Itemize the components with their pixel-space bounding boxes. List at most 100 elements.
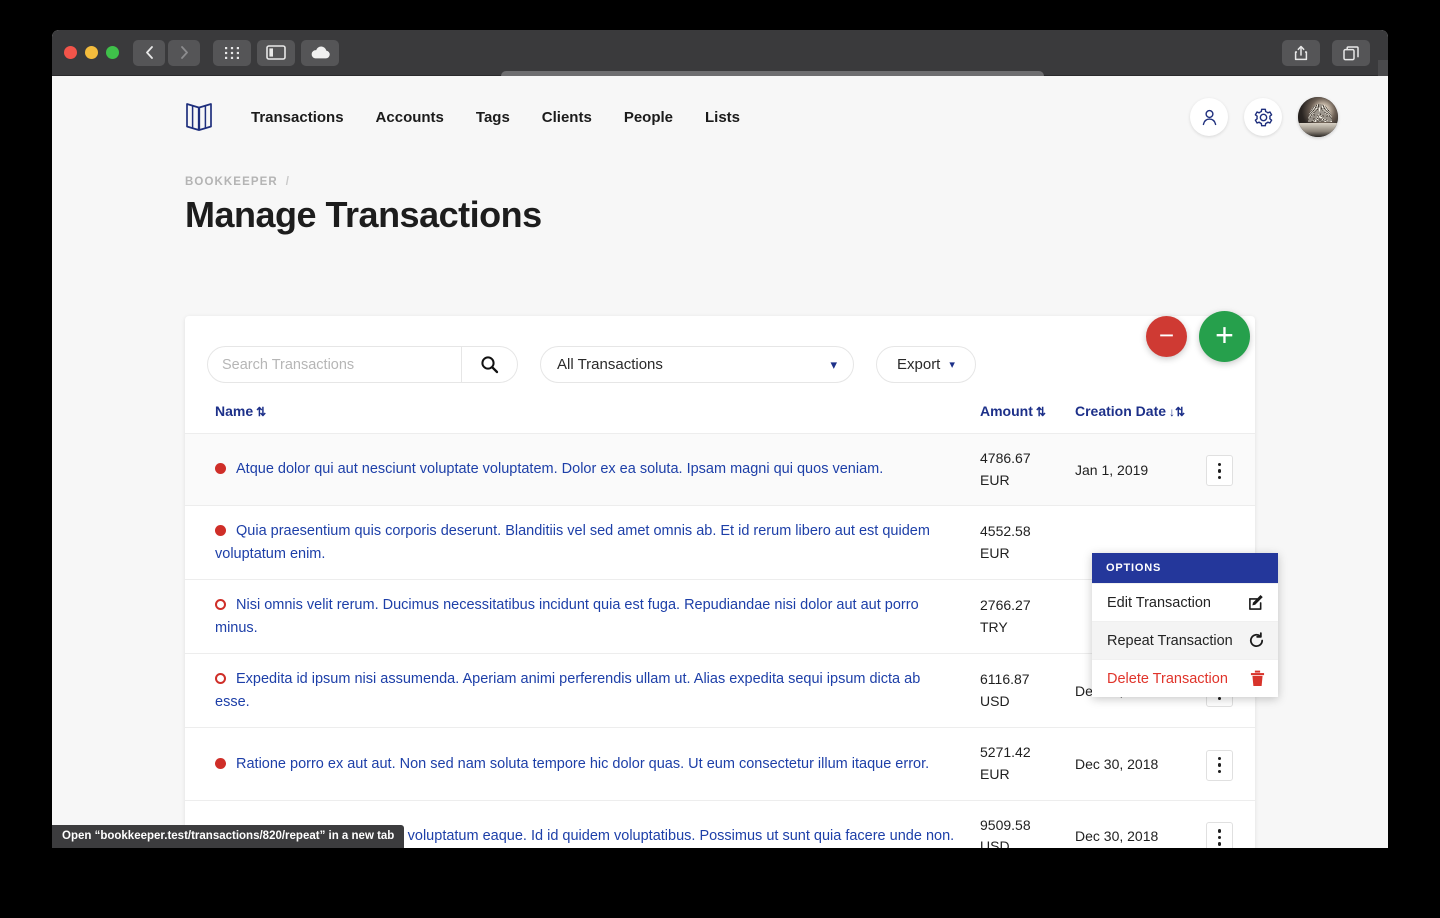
status-dot-paid — [215, 525, 226, 537]
status-dot-paid — [215, 757, 226, 769]
nav-item-people[interactable]: People — [624, 109, 673, 126]
table-row[interactable]: Atque dolor qui aut nesciunt voluptate v… — [185, 433, 1255, 506]
export-button[interactable]: Export ▾ — [876, 346, 976, 383]
transaction-filter-select[interactable]: All Transactions ▾ — [540, 346, 854, 383]
transaction-currency: TRY — [980, 618, 1008, 635]
add-transaction-button[interactable]: + — [1199, 311, 1250, 362]
app-navbar: Transactions Accounts Tags Clients Peopl… — [52, 76, 1388, 158]
close-window-button[interactable] — [64, 46, 77, 59]
menu-item-repeat-transaction[interactable]: Repeat Transaction — [1092, 621, 1278, 659]
transaction-filter-value: All Transactions — [557, 356, 663, 373]
search-icon — [481, 356, 499, 374]
transaction-name[interactable]: Atque dolor qui aut nesciunt voluptate v… — [236, 461, 883, 477]
column-header-amount[interactable]: Amount ⇅ — [980, 403, 1075, 434]
status-dot-unpaid — [215, 673, 226, 685]
transaction-name-cell[interactable]: Quia praesentium quis corporis deserunt.… — [185, 506, 980, 580]
transaction-amount-cell: 4552.58 EUR — [980, 506, 1075, 580]
transaction-actions-cell — [1193, 728, 1255, 800]
browser-status-bar: Open “bookkeeper.test/transactions/820/r… — [52, 825, 405, 848]
back-arrow-icon[interactable] — [133, 39, 165, 66]
remove-transaction-button[interactable]: − — [1146, 316, 1187, 357]
column-header-creation-date[interactable]: Creation Date ↓⇅ — [1075, 403, 1193, 434]
nav-item-clients[interactable]: Clients — [542, 109, 592, 126]
transaction-amount: 2766.27 — [980, 597, 1031, 614]
search-input[interactable] — [208, 356, 461, 373]
transaction-name[interactable]: Quia praesentium quis corporis deserunt.… — [215, 523, 930, 561]
breadcrumb-separator: / — [285, 176, 291, 188]
search-box[interactable] — [207, 346, 462, 383]
share-icon[interactable] — [1282, 40, 1320, 66]
person-icon[interactable] — [1190, 98, 1228, 136]
plus-icon: + — [1215, 316, 1234, 353]
transactions-card: All Transactions ▾ Export ▾ Name⇅ Amount… — [185, 316, 1278, 848]
edit-pencil-icon — [1248, 594, 1265, 611]
minus-icon: − — [1158, 319, 1175, 350]
export-label: Export — [897, 356, 941, 373]
transaction-amount-cell: 4786.67 EUR — [980, 433, 1075, 506]
trash-icon — [1250, 670, 1265, 687]
nav-item-lists[interactable]: Lists — [705, 109, 740, 126]
avatar-image-foreground — [1298, 123, 1338, 137]
nav-item-tags[interactable]: Tags — [476, 109, 510, 126]
open-book-logo[interactable] — [185, 101, 213, 133]
row-options-button[interactable] — [1206, 821, 1233, 848]
gear-icon[interactable] — [1244, 98, 1282, 136]
transaction-name[interactable]: Expedita id ipsum nisi assumenda. Aperia… — [215, 671, 920, 709]
nav-item-accounts[interactable]: Accounts — [376, 109, 444, 126]
navbar-links: Transactions Accounts Tags Clients Peopl… — [251, 109, 740, 126]
transaction-amount: 6116.87 — [980, 671, 1030, 688]
sidebar-icon[interactable] — [257, 39, 295, 66]
transaction-currency: USD — [980, 838, 1010, 848]
minimize-window-button[interactable] — [85, 46, 98, 59]
chevron-down-icon: ▾ — [830, 356, 837, 372]
navbar-actions — [1190, 97, 1338, 137]
transaction-date: Dec 30, 2018 — [1075, 755, 1159, 772]
transaction-date: Jan 1, 2019 — [1075, 433, 1193, 506]
transaction-amount-cell: 6116.87 USD — [980, 654, 1075, 728]
column-header-amount-label: Amount — [980, 403, 1033, 419]
breadcrumb: BOOKKEEPER / — [52, 158, 1388, 188]
status-dot-paid — [215, 463, 226, 475]
page-title: Manage Transactions — [185, 194, 542, 235]
row-options-button[interactable] — [1206, 455, 1233, 487]
menu-item-repeat-transaction-label: Repeat Transaction — [1107, 632, 1233, 649]
maximize-window-button[interactable] — [106, 46, 119, 59]
window-controls — [64, 46, 119, 59]
transaction-amount-cell: 2766.27 TRY — [980, 580, 1075, 654]
transaction-name-cell[interactable]: Expedita id ipsum nisi assumenda. Aperia… — [185, 654, 980, 728]
menu-item-delete-transaction[interactable]: Delete Transaction — [1092, 659, 1278, 697]
sort-icon-active: ↓⇅ — [1169, 405, 1186, 419]
column-header-creation-date-label: Creation Date — [1075, 403, 1167, 419]
column-header-name[interactable]: Name ⇅ — [185, 403, 980, 434]
table-header-row: Name ⇅ Amount ⇅ Creation Date ↓⇅ — [185, 403, 1255, 434]
chevron-down-icon: ▾ — [949, 359, 955, 371]
options-menu-header: OPTIONS — [1092, 553, 1278, 583]
browser-titlebar: bookkeeper.test — [52, 30, 1388, 96]
transaction-name-cell[interactable]: Ratione porro ex aut aut. Non sed nam so… — [185, 728, 980, 800]
table-row[interactable]: Ratione porro ex aut aut. Non sed nam so… — [185, 727, 1255, 800]
row-options-button[interactable] — [1206, 749, 1233, 781]
web-page: Transactions Accounts Tags Clients Peopl… — [52, 76, 1388, 848]
row-options-menu: OPTIONS Edit Transaction Repeat Transact… — [1092, 553, 1278, 697]
transaction-name[interactable]: Ratione porro ex aut aut. Non sed nam so… — [236, 756, 929, 772]
transaction-currency: EUR — [980, 471, 1010, 488]
menu-item-edit-transaction[interactable]: Edit Transaction — [1092, 583, 1278, 621]
forward-arrow-icon[interactable] — [168, 39, 200, 66]
user-avatar[interactable] — [1298, 97, 1338, 137]
tabs-overview-icon[interactable] — [1332, 40, 1370, 66]
transaction-amount: 4552.58 — [980, 523, 1031, 540]
status-dot-unpaid — [215, 599, 226, 611]
grid-icon[interactable] — [213, 39, 251, 66]
transaction-actions-cell — [1193, 433, 1255, 506]
browser-right-actions — [1282, 40, 1376, 66]
sort-icon: ⇅ — [256, 405, 267, 419]
transaction-amount-cell: 9509.58 USD — [980, 800, 1075, 848]
transaction-name[interactable]: Nisi omnis velit rerum. Ducimus necessit… — [215, 597, 919, 635]
transaction-name-cell[interactable]: Atque dolor qui aut nesciunt voluptate v… — [185, 433, 980, 506]
transaction-name-cell[interactable]: Nisi omnis velit rerum. Ducimus necessit… — [185, 580, 980, 654]
breadcrumb-root[interactable]: BOOKKEEPER — [185, 176, 278, 188]
search-button[interactable] — [462, 346, 518, 383]
transactions-toolbar: All Transactions ▾ Export ▾ — [185, 316, 1255, 383]
cloud-icon[interactable] — [301, 39, 339, 66]
nav-item-transactions[interactable]: Transactions — [251, 109, 344, 126]
